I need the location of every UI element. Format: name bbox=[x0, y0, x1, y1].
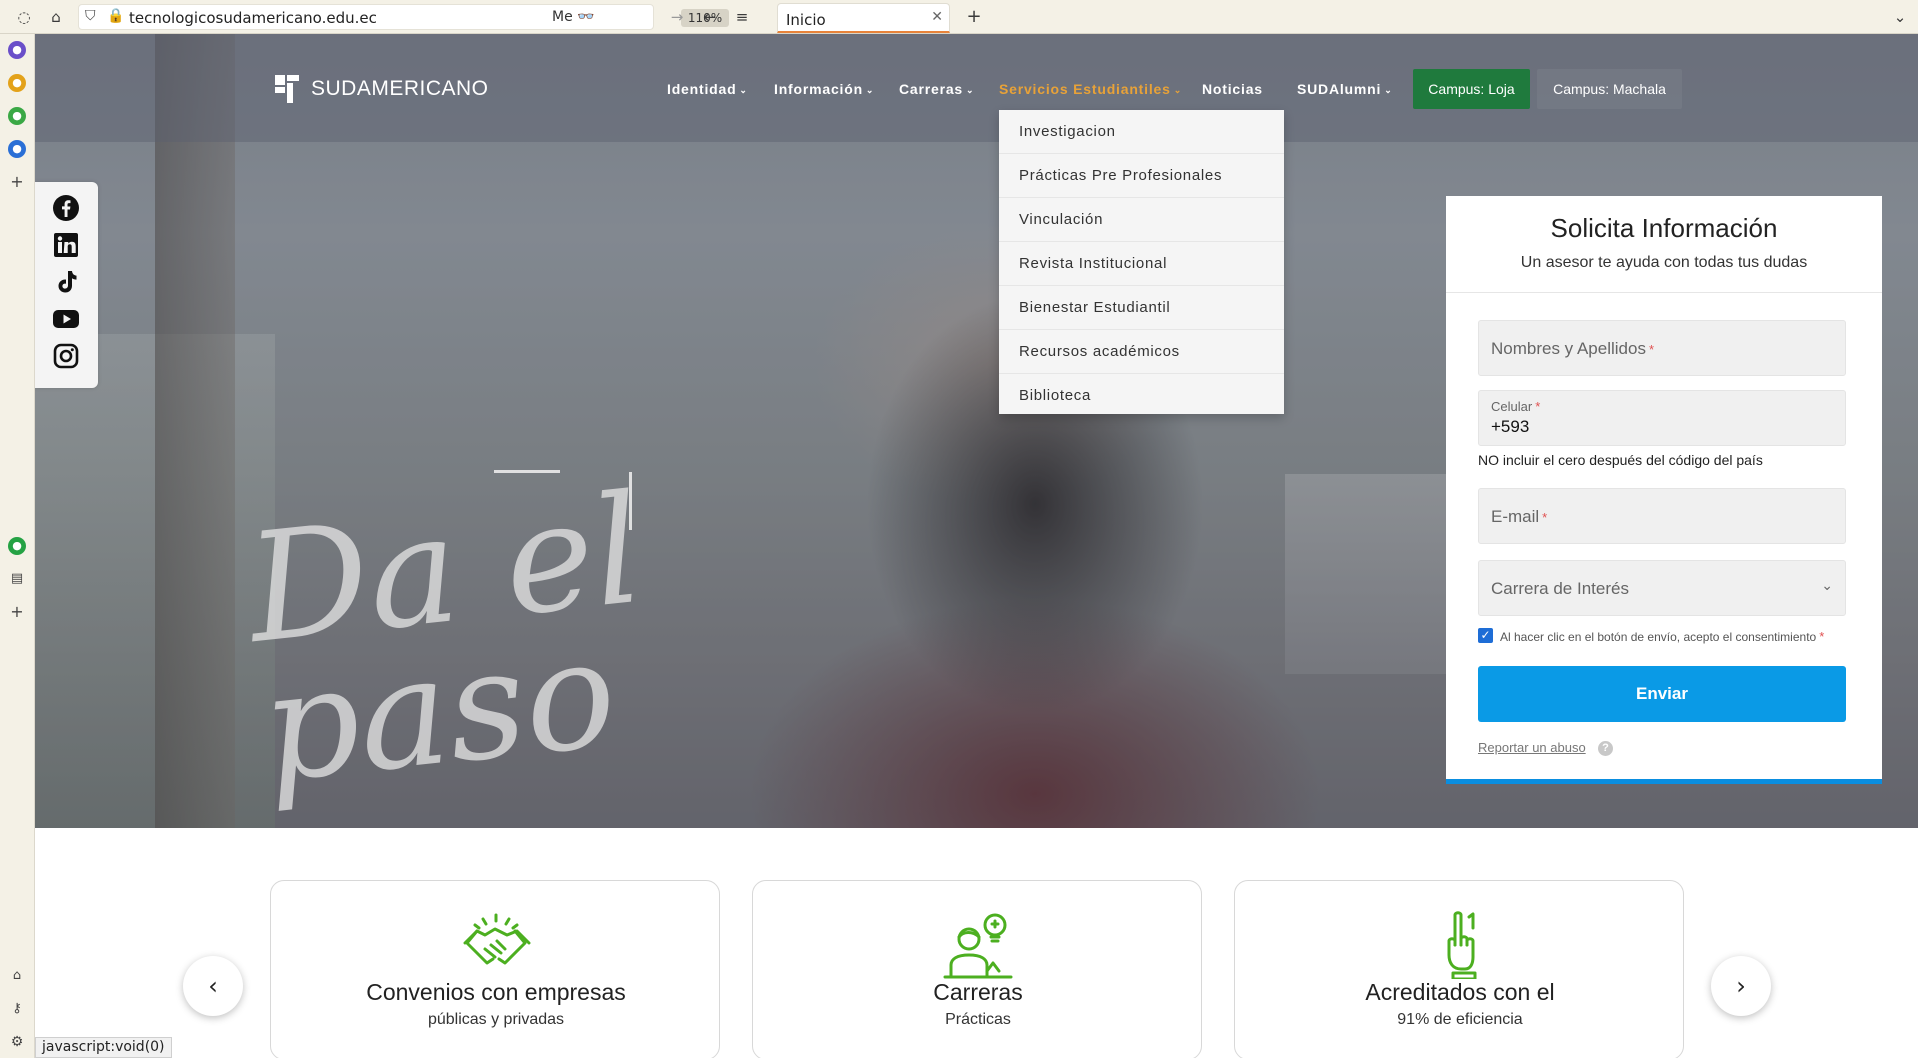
email-field[interactable]: E-mail * bbox=[1478, 488, 1846, 544]
nav-identidad[interactable]: Identidad ⌄ bbox=[667, 81, 748, 97]
chevron-down-icon: ⌄ bbox=[739, 85, 748, 95]
consent-checkbox[interactable]: ✓ bbox=[1478, 628, 1493, 643]
reader-mode-label[interactable]: Me 👓 bbox=[552, 9, 595, 25]
chevron-down-icon: ⌄ bbox=[966, 85, 975, 95]
feature-title: Convenios con empresas bbox=[366, 979, 626, 1005]
linkedin-icon[interactable] bbox=[52, 231, 80, 259]
new-tab-icon[interactable]: + bbox=[964, 7, 984, 27]
address-bar[interactable]: ⛉ 🔒 tecnologicosudamericano.edu.ec Me 👓 … bbox=[78, 4, 729, 30]
features-carousel: ‹ Convenios con empresas públicas y priv… bbox=[35, 828, 1918, 1058]
nav-noticias[interactable]: Noticias bbox=[1202, 81, 1263, 97]
history-icon[interactable]: ◌ bbox=[14, 7, 34, 27]
menu-item-practicas[interactable]: Prácticas Pre Profesionales bbox=[999, 154, 1284, 198]
menu-item-biblioteca[interactable]: Biblioteca bbox=[999, 374, 1284, 418]
facebook-icon[interactable] bbox=[52, 194, 80, 222]
feature-title: Carreras bbox=[933, 979, 1023, 1005]
forward-icon[interactable]: → bbox=[667, 7, 687, 27]
feature-card[interactable]: Convenios con empresas públicas y privad… bbox=[270, 880, 720, 1058]
info-request-form: Solicita Información Un asesor te ayuda … bbox=[1446, 196, 1882, 784]
settings-icon[interactable]: ⚙ bbox=[8, 1033, 26, 1051]
glasses-icon: 👓 bbox=[577, 9, 595, 25]
nav-servicios-estudiantiles[interactable]: Servicios Estudiantiles ⌄ bbox=[999, 81, 1182, 97]
url-text[interactable]: tecnologicosudamericano.edu.ec bbox=[129, 9, 377, 27]
name-field[interactable]: Nombres y Apellidos * bbox=[1478, 320, 1846, 376]
menu-item-recursos[interactable]: Recursos académicos bbox=[999, 330, 1284, 374]
profile-icon[interactable]: ● bbox=[8, 41, 26, 59]
shield-icon[interactable]: ⛉ bbox=[85, 8, 96, 24]
add-panel-icon[interactable]: + bbox=[8, 173, 26, 191]
menu-item-vinculacion[interactable]: Vinculación bbox=[999, 198, 1284, 242]
social-sidebar bbox=[35, 182, 98, 388]
campus-machala-button[interactable]: Campus: Machala bbox=[1537, 69, 1682, 109]
puzzle-icon[interactable]: ⌂ bbox=[46, 7, 66, 27]
feature-title: Acreditados con el bbox=[1365, 979, 1555, 1005]
extensions-icon[interactable]: ⌂ bbox=[8, 967, 26, 985]
key-icon[interactable]: ⚷ bbox=[8, 1000, 26, 1018]
servicios-dropdown-menu: Investigacion Prácticas Pre Profesionale… bbox=[999, 110, 1284, 414]
nav-sudalumni[interactable]: SUDAlumni ⌄ bbox=[1297, 81, 1393, 97]
campus-loja-button[interactable]: Campus: Loja bbox=[1413, 69, 1530, 109]
phone-field[interactable]: Celular * +593 bbox=[1478, 390, 1846, 446]
feature-card[interactable]: Acreditados con el 91% de eficiencia bbox=[1234, 880, 1684, 1058]
feature-card[interactable]: Carreras Prácticas bbox=[752, 880, 1202, 1058]
email-placeholder: E-mail * bbox=[1491, 507, 1548, 526]
name-placeholder: Nombres y Apellidos * bbox=[1491, 339, 1655, 358]
wallet-icon[interactable]: ▤ bbox=[8, 570, 26, 588]
submit-button[interactable]: Enviar bbox=[1478, 666, 1846, 722]
feature-subtitle: públicas y privadas bbox=[427, 1011, 565, 1028]
hero-decor-line bbox=[629, 472, 632, 530]
divider bbox=[1446, 292, 1882, 293]
youtube-icon[interactable] bbox=[52, 305, 80, 333]
consent-label: Al hacer clic en el botón de envío, acep… bbox=[1500, 629, 1825, 644]
handshake-icon bbox=[463, 913, 531, 965]
form-title: Solicita Información bbox=[1550, 213, 1778, 243]
chevron-down-icon: ⌄ bbox=[1173, 85, 1183, 95]
nav-informacion[interactable]: Información ⌄ bbox=[774, 81, 874, 97]
back-icon[interactable]: ← bbox=[700, 7, 720, 27]
browser-sidebar: ● ● ● ● + ● ▤ + ⌂ ⚷ ⚙ bbox=[0, 34, 35, 1058]
logo-mark-icon bbox=[275, 75, 299, 103]
browser-toolbar: ◌ ⌂ ⛉ 🔒 tecnologicosudamericano.edu.ec M… bbox=[0, 0, 1918, 34]
carousel-prev-button[interactable]: ‹ bbox=[183, 956, 243, 1016]
extension-icon[interactable]: ● bbox=[8, 74, 26, 92]
chevron-down-icon[interactable]: ⌄ bbox=[1890, 7, 1910, 27]
number-one-hand-icon bbox=[1447, 911, 1477, 979]
chevron-down-icon: ⌄ bbox=[865, 85, 875, 95]
menu-item-investigacion[interactable]: Investigacion bbox=[999, 110, 1284, 154]
logo-text: SUDAMERICANO bbox=[311, 77, 489, 100]
career-select[interactable]: Carrera de Interés ⌄ bbox=[1478, 560, 1846, 616]
lock-icon: 🔒 bbox=[107, 8, 125, 24]
tab-inicio[interactable]: Inicio ✕ bbox=[777, 3, 950, 33]
messenger-icon[interactable]: ● bbox=[8, 140, 26, 158]
chevron-down-icon: ⌄ bbox=[1821, 577, 1833, 593]
phone-label: Celular * bbox=[1491, 399, 1541, 414]
tiktok-icon[interactable] bbox=[52, 268, 80, 296]
phone-hint: NO incluir el cero después del código de… bbox=[1478, 452, 1763, 468]
instagram-icon[interactable] bbox=[52, 342, 80, 370]
web-page: Da el paso SUDAMERICANO Identidad ⌄ Infor… bbox=[35, 34, 1918, 1058]
menu-icon[interactable]: ≡ bbox=[732, 7, 752, 27]
add-icon[interactable]: + bbox=[8, 603, 26, 621]
close-icon[interactable]: ✕ bbox=[931, 9, 943, 25]
chevron-down-icon: ⌄ bbox=[1384, 85, 1393, 95]
phone-value: +593 bbox=[1491, 417, 1530, 436]
report-abuse-link[interactable]: Reportar un abuso bbox=[1478, 740, 1586, 755]
feature-subtitle: 91% de eficiencia bbox=[1397, 1011, 1523, 1028]
site-logo[interactable]: SUDAMERICANO bbox=[273, 72, 489, 106]
chat-icon[interactable]: ● bbox=[8, 107, 26, 125]
hero-script-text: Da el paso bbox=[239, 462, 651, 817]
browser-status-bar: javascript:void(0) bbox=[35, 1037, 172, 1058]
career-placeholder: Carrera de Interés bbox=[1491, 579, 1629, 598]
carousel-next-button[interactable]: › bbox=[1711, 956, 1771, 1016]
nav-carreras[interactable]: Carreras ⌄ bbox=[899, 81, 974, 97]
whatsapp-icon[interactable]: ● bbox=[8, 537, 26, 555]
menu-item-revista[interactable]: Revista Institucional bbox=[999, 242, 1284, 286]
form-subtitle: Un asesor te ayuda con todas tus dudas bbox=[1520, 254, 1808, 271]
hero-decor-line bbox=[494, 470, 560, 473]
student-idea-icon bbox=[943, 913, 1013, 979]
help-icon[interactable]: ? bbox=[1598, 741, 1613, 756]
menu-item-bienestar[interactable]: Bienestar Estudiantil bbox=[999, 286, 1284, 330]
tab-title: Inicio bbox=[786, 11, 826, 29]
feature-subtitle: Prácticas bbox=[945, 1011, 1011, 1028]
